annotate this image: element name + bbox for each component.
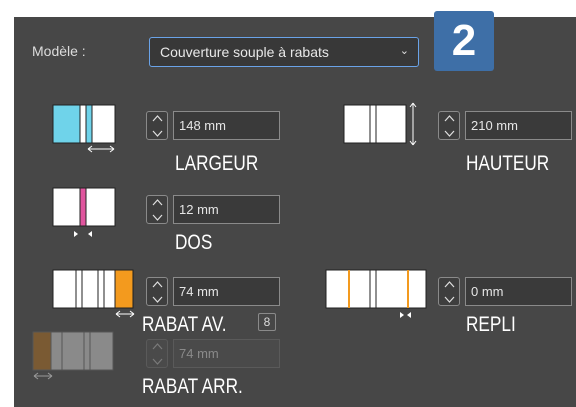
hauteur-input[interactable]: 210 mm	[465, 111, 572, 140]
width-diagram-icon	[52, 104, 116, 153]
rabat-arr-caption: RABAT ARR.	[142, 375, 243, 398]
dos-stepper[interactable]	[146, 195, 168, 224]
front-flap-diagram-icon	[52, 269, 135, 318]
spine-diagram-icon	[52, 187, 116, 237]
step-badge: 2	[434, 11, 494, 71]
height-diagram-icon	[343, 102, 417, 146]
rabat-arr-input: 74 mm	[173, 339, 280, 368]
repli-input[interactable]: 0 mm	[465, 277, 572, 306]
rabat-av-stepper[interactable]	[146, 277, 168, 306]
rabat-arr-stepper	[146, 339, 168, 368]
largeur-input[interactable]: 148 mm	[173, 111, 280, 140]
back-flap-diagram-icon	[32, 331, 114, 380]
model-select-value: Couverture souple à rabats	[160, 44, 329, 60]
largeur-caption: LARGEUR	[175, 152, 259, 175]
dos-caption: DOS	[175, 231, 213, 254]
dos-input[interactable]: 12 mm	[173, 195, 280, 224]
rabat-av-input[interactable]: 74 mm	[173, 277, 280, 306]
hauteur-stepper[interactable]	[438, 111, 460, 140]
rabat-av-caption: RABAT AV.	[142, 313, 227, 336]
link-icon[interactable]: 8	[258, 313, 276, 331]
model-select[interactable]: Couverture souple à rabats ⌄	[149, 37, 419, 67]
model-label: Modèle :	[32, 43, 86, 59]
largeur-stepper[interactable]	[146, 111, 168, 140]
repli-caption: REPLI	[466, 313, 516, 336]
hauteur-caption: HAUTEUR	[466, 152, 550, 175]
fold-diagram-icon	[325, 269, 427, 318]
repli-stepper[interactable]	[438, 277, 460, 306]
chevron-down-icon: ⌄	[399, 45, 409, 57]
